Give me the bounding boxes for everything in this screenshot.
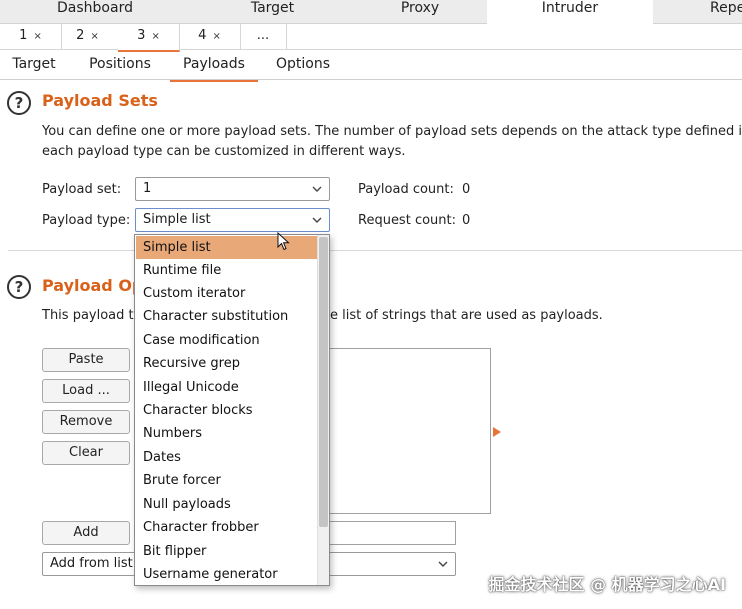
request-count-label: Request count:: [358, 213, 456, 228]
payload-sets-title: Payload Sets: [42, 91, 158, 110]
new-attack-tab[interactable]: ...: [240, 24, 287, 50]
close-icon[interactable]: ×: [90, 31, 98, 42]
dropdown-option[interactable]: Character substitution: [136, 305, 319, 328]
top-tab-bar: Dashboard Target Proxy Intruder Repe: [0, 0, 742, 24]
tab-options[interactable]: Options: [268, 50, 338, 80]
tab-intruder-target[interactable]: Target: [0, 50, 68, 80]
payload-set-label: Payload set:: [42, 182, 122, 197]
dropdown-option[interactable]: Case modification: [136, 329, 319, 352]
payload-type-select[interactable]: Simple list: [135, 208, 330, 232]
attack-tab-bar: 1 × 2 × 3 × 4 × ...: [0, 24, 742, 52]
help-icon[interactable]: ?: [7, 275, 31, 299]
chevron-down-icon: [438, 561, 448, 567]
tab-payloads[interactable]: Payloads: [170, 50, 258, 82]
dropdown-option[interactable]: Runtime file: [136, 259, 319, 282]
dropdown-option[interactable]: Brute forcer: [136, 469, 319, 492]
attack-tab-4[interactable]: 4 ×: [179, 24, 241, 50]
dropdown-option[interactable]: Character blocks: [136, 399, 319, 422]
tab-repeater[interactable]: Repe: [710, 0, 742, 24]
dropdown-option[interactable]: Simple list: [136, 236, 319, 259]
close-icon[interactable]: ×: [212, 31, 220, 42]
dropdown-option[interactable]: Custom iterator: [136, 282, 319, 305]
dropdown-option[interactable]: Illegal Unicode: [136, 376, 319, 399]
payload-count-label: Payload count:: [358, 182, 454, 197]
attack-tab-3[interactable]: 3 ×: [118, 24, 180, 52]
scrollbar-thumb[interactable]: [319, 237, 328, 527]
payload-count-value: 0: [462, 182, 471, 197]
section-divider: [8, 250, 742, 251]
dropdown-option[interactable]: Character frobber: [136, 516, 319, 539]
add-from-list-label: Add from list: [50, 556, 133, 571]
attack-tab-label: ...: [256, 28, 270, 43]
paste-button[interactable]: Paste: [42, 348, 130, 372]
payload-options-description-left: This payload ty: [42, 308, 142, 323]
dropdown-option[interactable]: Numbers: [136, 422, 319, 445]
load-button[interactable]: Load ...: [42, 379, 130, 403]
attack-tab-label: 1: [19, 28, 28, 43]
help-icon[interactable]: ?: [7, 91, 31, 115]
tab-proxy[interactable]: Proxy: [355, 0, 485, 24]
caret-right-icon[interactable]: [492, 426, 502, 438]
payload-type-label: Payload type:: [42, 213, 131, 228]
tab-dashboard[interactable]: Dashboard: [0, 0, 190, 24]
dropdown-option[interactable]: Null payloads: [136, 493, 319, 516]
add-button[interactable]: Add: [42, 521, 130, 545]
watermark: 掘金技术社区 @ 机器学习之心AI: [488, 575, 726, 594]
payload-sets-description-2: each payload type can be customized in d…: [42, 144, 406, 159]
tab-intruder[interactable]: Intruder: [487, 0, 653, 24]
payload-set-select[interactable]: 1: [135, 177, 330, 201]
attack-tab-label: 2: [76, 28, 85, 43]
attack-tab-label: 4: [198, 28, 207, 43]
dropdown-option[interactable]: Username generator: [136, 563, 319, 585]
attack-tab-2[interactable]: 2 ×: [57, 24, 119, 50]
attack-tab-1[interactable]: 1 ×: [0, 24, 62, 50]
payload-sets-description-1: You can define one or more payload sets.…: [42, 124, 742, 139]
intruder-tab-bar: Target Positions Payloads Options: [0, 50, 742, 82]
dropdown-scrollbar[interactable]: [317, 235, 329, 585]
payload-set-value: 1: [143, 181, 152, 196]
close-icon[interactable]: ×: [151, 31, 159, 42]
dropdown-option[interactable]: Dates: [136, 446, 319, 469]
chevron-down-icon: [312, 217, 322, 223]
remove-button[interactable]: Remove: [42, 410, 130, 434]
dropdown-option[interactable]: Bit flipper: [136, 540, 319, 563]
chevron-down-icon: [312, 186, 322, 192]
mouse-cursor-icon: [277, 232, 290, 251]
tab-positions[interactable]: Positions: [80, 50, 160, 80]
close-icon[interactable]: ×: [33, 31, 41, 42]
payload-type-value: Simple list: [143, 212, 211, 227]
payload-type-dropdown[interactable]: Simple list Runtime file Custom iterator…: [134, 234, 330, 586]
tab-target[interactable]: Target: [190, 0, 355, 24]
attack-tab-label: 3: [137, 28, 146, 43]
dropdown-option[interactable]: Recursive grep: [136, 352, 319, 375]
payload-options-description-right: e list of strings that are used as paylo…: [330, 308, 603, 323]
clear-button[interactable]: Clear: [42, 441, 130, 465]
request-count-value: 0: [462, 213, 471, 228]
